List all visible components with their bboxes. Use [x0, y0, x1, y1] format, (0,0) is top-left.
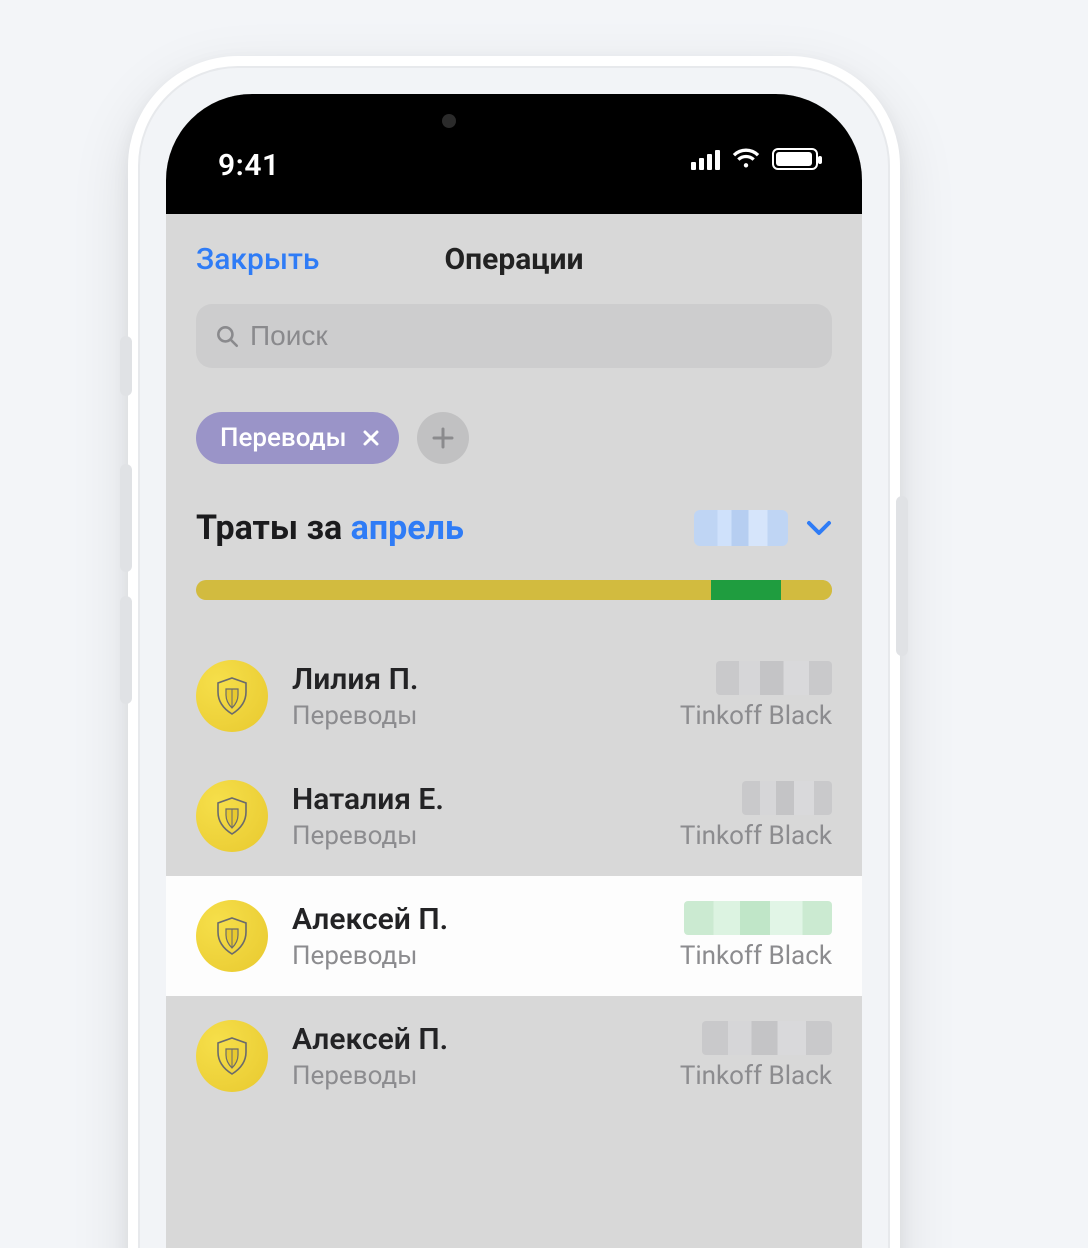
transaction-row[interactable]: Лилия П. Переводы Tinkoff Black: [166, 636, 862, 756]
transaction-right: Tinkoff Black: [680, 661, 832, 731]
spending-title: Траты за апрель: [196, 508, 464, 548]
search-input[interactable]: [250, 320, 814, 352]
progress-segment-tail: [781, 580, 832, 600]
transaction-name: Лилия П.: [292, 662, 656, 697]
chip-close-icon[interactable]: [359, 426, 383, 450]
canvas: 9:41: [0, 0, 1088, 1248]
transaction-main: Алексей П. Переводы: [292, 1022, 656, 1091]
search-field[interactable]: [196, 304, 832, 368]
bank-logo-icon: [196, 780, 268, 852]
transaction-amount-redacted: [742, 781, 832, 815]
transaction-right: Tinkoff Black: [680, 781, 832, 851]
status-icons: [691, 148, 818, 170]
search-wrap: [166, 304, 862, 388]
spending-progress-bar: [196, 580, 832, 600]
transaction-name: Алексей П.: [292, 902, 656, 937]
transaction-account: Tinkoff Black: [680, 941, 832, 971]
side-button-silence: [120, 336, 132, 396]
transaction-category: Переводы: [292, 701, 656, 731]
filter-chips: Переводы: [166, 388, 862, 464]
transaction-right: Tinkoff Black: [680, 901, 832, 971]
search-icon: [214, 323, 240, 349]
transaction-name: Алексей П.: [292, 1022, 656, 1057]
transaction-row[interactable]: Алексей П. Переводы Tinkoff Black: [166, 876, 862, 996]
phone-bezel: 9:41: [166, 94, 862, 1248]
bank-logo-icon: [196, 1020, 268, 1092]
transaction-amount-redacted: [702, 1021, 832, 1055]
transaction-amount-redacted: [716, 661, 832, 695]
transaction-category: Переводы: [292, 821, 656, 851]
status-time: 9:41: [218, 148, 280, 183]
phone-notch: [344, 94, 684, 160]
transaction-row[interactable]: Наталия Е. Переводы Tinkoff Black: [166, 756, 862, 876]
side-button-power: [896, 496, 908, 656]
cellular-signal-icon: [691, 148, 720, 170]
transaction-category: Переводы: [292, 1061, 656, 1091]
spending-header: Траты за апрель: [166, 464, 862, 548]
side-button-volume-down: [120, 596, 132, 704]
page-title: Операции: [444, 242, 583, 277]
front-camera-icon: [442, 114, 456, 128]
phone-screen: 9:41: [166, 94, 862, 1248]
transaction-main: Алексей П. Переводы: [292, 902, 656, 971]
spending-month[interactable]: апрель: [351, 508, 464, 548]
phone-frame: 9:41: [128, 56, 900, 1248]
transaction-account: Tinkoff Black: [680, 821, 832, 851]
transaction-name: Наталия Е.: [292, 782, 656, 817]
bank-logo-icon: [196, 900, 268, 972]
transaction-right: Tinkoff Black: [680, 1021, 832, 1091]
transaction-account: Tinkoff Black: [680, 701, 832, 731]
spending-prefix: Траты за: [196, 508, 351, 548]
bank-logo-icon: [196, 660, 268, 732]
spending-amount-redacted: [694, 510, 788, 546]
transaction-amount-redacted: [684, 901, 832, 935]
side-button-volume-up: [120, 464, 132, 572]
transaction-account: Tinkoff Black: [680, 1061, 832, 1091]
transaction-category: Переводы: [292, 941, 656, 971]
add-filter-button[interactable]: [417, 412, 469, 464]
wifi-icon: [732, 148, 760, 170]
battery-icon: [772, 148, 818, 170]
transaction-list: Лилия П. Переводы Tinkoff Black Наталия …: [166, 636, 862, 1116]
spending-amount-wrap[interactable]: [694, 510, 832, 546]
transaction-main: Лилия П. Переводы: [292, 662, 656, 731]
chevron-down-icon[interactable]: [806, 520, 832, 536]
transaction-main: Наталия Е. Переводы: [292, 782, 656, 851]
filter-chip-transfers[interactable]: Переводы: [196, 412, 399, 464]
nav-bar: Закрыть Операции: [166, 214, 862, 304]
phone-inner-frame: 9:41: [138, 66, 890, 1248]
filter-chip-label: Переводы: [220, 423, 347, 453]
app-content: Закрыть Операции: [166, 214, 862, 1248]
transaction-row[interactable]: Алексей П. Переводы Tinkoff Black: [166, 996, 862, 1116]
close-button[interactable]: Закрыть: [196, 242, 319, 277]
progress-segment-green: [711, 580, 781, 600]
